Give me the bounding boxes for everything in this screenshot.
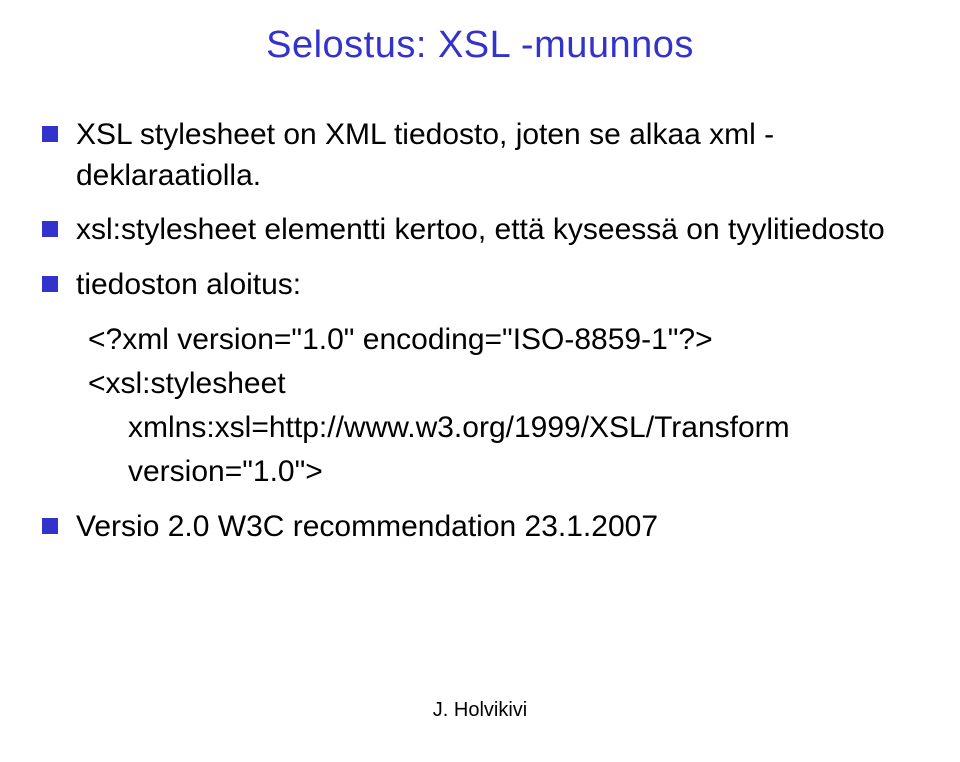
bullet-marker-icon	[42, 518, 58, 534]
code-line: version="1.0">	[88, 451, 930, 493]
footer-author: J. Holvikivi	[0, 699, 960, 722]
bullet-item: XSL stylesheet on XML tiedosto, joten se…	[42, 115, 930, 196]
bullet-item: tiedoston aloitus:	[42, 265, 930, 306]
slide-content: XSL stylesheet on XML tiedosto, joten se…	[30, 115, 930, 548]
bullet-text: XSL stylesheet on XML tiedosto, joten se…	[76, 115, 930, 196]
code-line: <xsl:stylesheet	[88, 363, 930, 405]
bullet-item: Versio 2.0 W3C recommendation 23.1.2007	[42, 507, 930, 548]
code-line: <?xml version="1.0" encoding="ISO-8859-1…	[88, 319, 930, 361]
bullet-marker-icon	[42, 221, 58, 237]
slide-title: Selostus: XSL -muunnos	[30, 24, 930, 67]
code-line: xmlns:xsl=http://www.w3.org/1999/XSL/Tra…	[88, 407, 930, 449]
bullet-marker-icon	[42, 126, 58, 142]
bullet-marker-icon	[42, 276, 58, 292]
bullet-item: xsl:stylesheet elementti kertoo, että ky…	[42, 210, 930, 251]
bullet-text: xsl:stylesheet elementti kertoo, että ky…	[76, 210, 885, 251]
bullet-text: Versio 2.0 W3C recommendation 23.1.2007	[76, 507, 658, 548]
slide: Selostus: XSL -muunnos XSL stylesheet on…	[0, 0, 960, 762]
bullet-text: tiedoston aloitus:	[76, 265, 301, 306]
code-block: <?xml version="1.0" encoding="ISO-8859-1…	[42, 319, 930, 493]
